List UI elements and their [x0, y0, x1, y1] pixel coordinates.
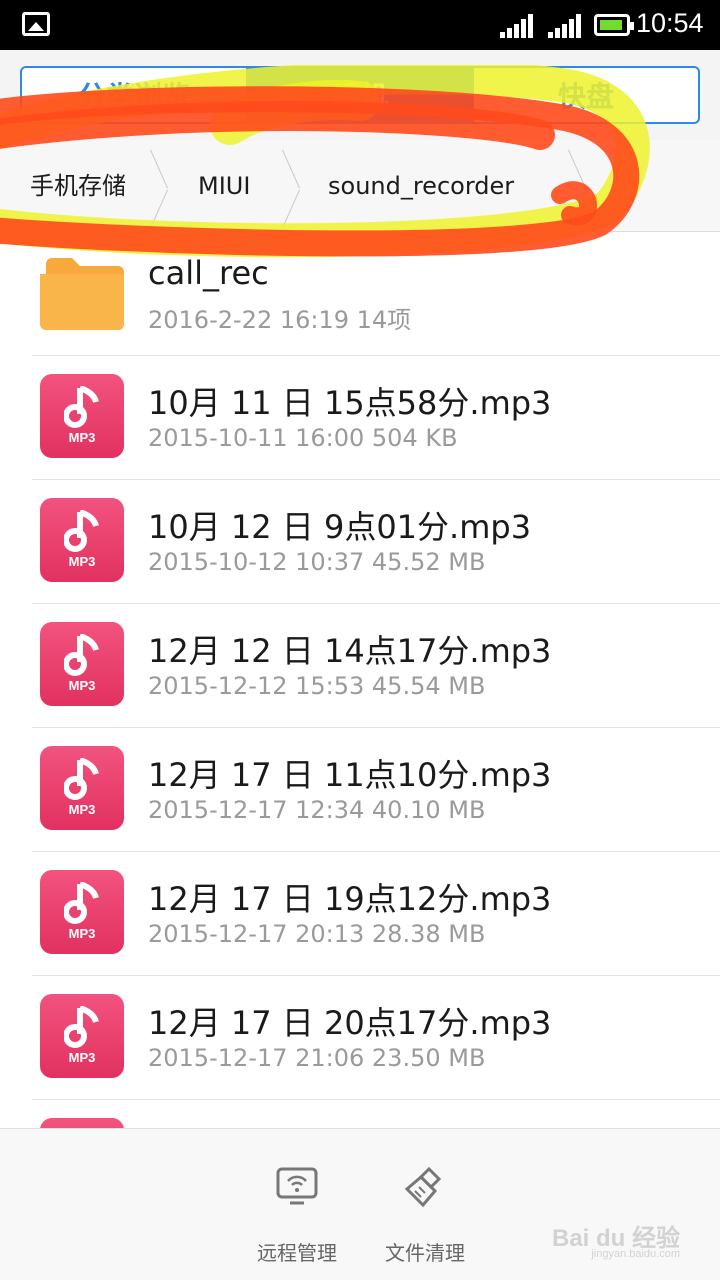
- mp3-icon: MP3: [40, 498, 124, 582]
- battery-icon: [594, 14, 634, 36]
- gallery-icon: [22, 12, 50, 36]
- signal-icon: [500, 14, 533, 38]
- top-tab-area: 分类浏览 手机 快盘: [0, 50, 720, 140]
- file-name: 12月 17 日 19点12分.mp3: [148, 880, 552, 918]
- list-item[interactable]: call_rec 2016-2-22 16:19 14项: [0, 232, 720, 356]
- list-item[interactable]: MP3 12月 17 日 20点17分.mp3 2015-12-17 21:06…: [0, 976, 720, 1100]
- file-clean-label: 文件清理: [385, 1241, 465, 1265]
- file-name: 10月 12 日 9点01分.mp3: [148, 508, 532, 546]
- file-name: 12月 17 日 20点17分.mp3: [148, 1004, 552, 1042]
- file-meta: 2015-12-17 21:06 23.50 MB: [148, 1044, 486, 1072]
- tab-group: 分类浏览 手机 快盘: [20, 66, 700, 124]
- file-name: 12月 17 日 11点10分.mp3: [148, 756, 552, 794]
- folder-icon: [40, 250, 124, 334]
- mp3-icon: MP3: [40, 994, 124, 1078]
- file-meta: 2015-12-17 20:13 28.38 MB: [148, 920, 486, 948]
- list-item[interactable]: MP3 10月 11 日 15点58分.mp3 2015-10-11 16:00…: [0, 356, 720, 480]
- tab-phone[interactable]: 手机: [246, 68, 472, 122]
- mp3-icon: MP3: [40, 746, 124, 830]
- broom-icon: [404, 1166, 442, 1208]
- file-clean-button[interactable]: 文件清理: [360, 1129, 490, 1280]
- list-item[interactable]: MP3 12月 17 日 11点10分.mp3 2015-12-17 12:34…: [0, 728, 720, 852]
- mp3-icon: MP3: [40, 374, 124, 458]
- list-item[interactable]: MP3 12月 17 日 19点12分.mp3 2015-12-17 20:13…: [0, 852, 720, 976]
- breadcrumb-separator: [568, 140, 598, 232]
- file-meta: 2015-10-12 10:37 45.52 MB: [148, 548, 486, 576]
- file-meta: 2015-10-11 16:00 504 KB: [148, 424, 458, 452]
- tab-category-browse[interactable]: 分类浏览: [22, 68, 246, 122]
- list-item[interactable]: MP3 12月 12 日 14点17分.mp3 2015-12-12 15:53…: [0, 604, 720, 728]
- list-item[interactable]: MP3 10月 12 日 9点01分.mp3 2015-10-12 10:37 …: [0, 480, 720, 604]
- list-item[interactable]: [0, 1100, 720, 1130]
- file-name: 12月 12 日 14点17分.mp3: [148, 632, 552, 670]
- file-meta: 2016-2-22 16:19 14项: [148, 306, 412, 334]
- mp3-icon: MP3: [40, 622, 124, 706]
- breadcrumb-separator: [282, 140, 312, 232]
- status-bar: 10:54: [0, 0, 720, 50]
- file-name: call_rec: [148, 254, 269, 292]
- breadcrumb-item-miui[interactable]: MIUI: [198, 140, 250, 232]
- baidu-watermark: Bai du 经验 jingyan.baidu.com: [552, 1218, 680, 1260]
- breadcrumb-item-phone-storage[interactable]: 手机存储: [30, 140, 126, 232]
- signal-icon: [548, 14, 581, 38]
- remote-manage-button[interactable]: 远程管理: [232, 1129, 362, 1280]
- breadcrumb-separator: [150, 140, 180, 232]
- watermark-url: jingyan.baidu.com: [591, 1248, 680, 1260]
- file-name: 10月 11 日 15点58分.mp3: [148, 384, 552, 422]
- mp3-icon: MP3: [40, 870, 124, 954]
- breadcrumb: 手机存储 MIUI sound_recorder: [0, 140, 720, 232]
- breadcrumb-item-sound-recorder[interactable]: sound_recorder: [328, 140, 514, 232]
- file-meta: 2015-12-12 15:53 45.54 MB: [148, 672, 486, 700]
- remote-monitor-icon: [276, 1167, 318, 1205]
- tab-kuaipan[interactable]: 快盘: [472, 68, 698, 122]
- file-meta: 2015-12-17 12:34 40.10 MB: [148, 796, 486, 824]
- status-time: 10:54: [636, 8, 704, 38]
- remote-manage-label: 远程管理: [257, 1241, 337, 1265]
